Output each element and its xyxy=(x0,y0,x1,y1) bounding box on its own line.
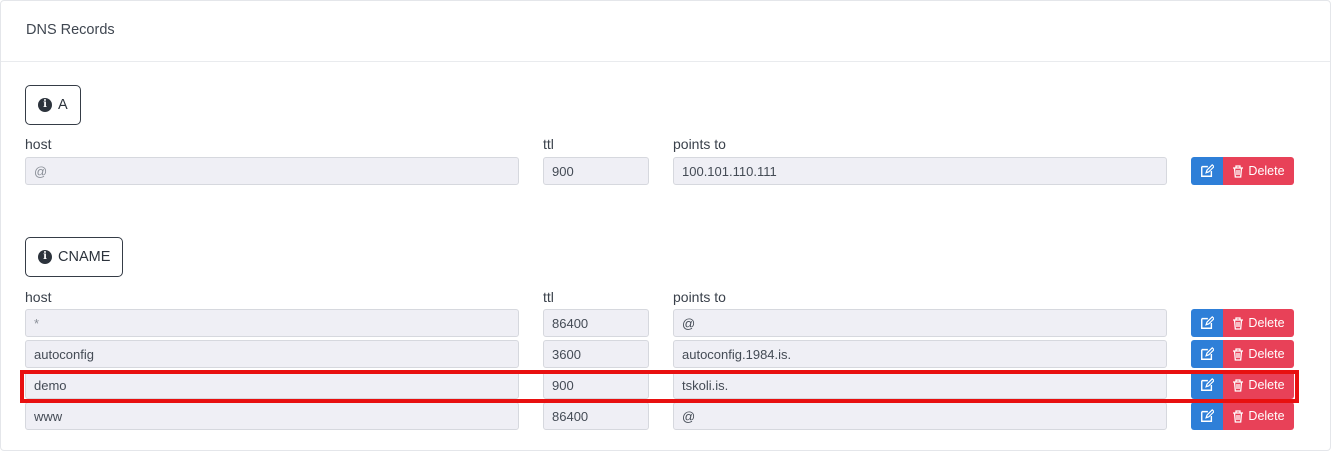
edit-icon xyxy=(1201,316,1214,329)
points-to-field[interactable]: @ xyxy=(673,309,1167,337)
points-to-field[interactable]: tskoli.is. xyxy=(673,371,1167,399)
trash-icon xyxy=(1233,347,1244,361)
trash-icon xyxy=(1233,378,1244,392)
edit-icon xyxy=(1201,409,1214,422)
points-to-column-label: points to xyxy=(673,136,726,152)
ttl-field[interactable]: 3600 xyxy=(543,340,649,368)
ttl-field[interactable]: 86400 xyxy=(543,402,649,430)
points-to-field[interactable]: @ xyxy=(673,402,1167,430)
delete-button[interactable]: Delete xyxy=(1223,157,1294,185)
points-to-column-label: points to xyxy=(673,289,726,305)
trash-icon xyxy=(1233,316,1244,330)
edit-button[interactable] xyxy=(1191,340,1223,368)
points-to-field[interactable]: autoconfig.1984.is. xyxy=(673,340,1167,368)
trash-icon xyxy=(1233,164,1244,178)
ttl-field[interactable]: 900 xyxy=(543,371,649,399)
host-column-label: host xyxy=(25,136,52,152)
record-type-badge-cname: i CNAME xyxy=(25,237,124,277)
edit-button[interactable] xyxy=(1191,371,1223,399)
trash-icon xyxy=(1233,409,1244,423)
edit-button[interactable] xyxy=(1191,157,1223,185)
host-column-label: host xyxy=(25,289,52,305)
host-field[interactable]: autoconfig xyxy=(25,340,519,368)
ttl-column-label: ttl xyxy=(543,289,554,305)
ttl-field[interactable]: 86400 xyxy=(543,309,649,337)
info-circle-icon: i xyxy=(38,98,52,112)
delete-button[interactable]: Delete xyxy=(1223,309,1294,337)
ttl-field[interactable]: 900 xyxy=(543,157,649,185)
info-circle-icon: i xyxy=(38,250,52,264)
delete-button[interactable]: Delete xyxy=(1223,340,1294,368)
record-type-badge-a: i A xyxy=(25,85,81,125)
edit-button[interactable] xyxy=(1191,309,1223,337)
edit-icon xyxy=(1201,378,1214,391)
host-field[interactable]: @ xyxy=(25,157,519,185)
host-field[interactable]: * xyxy=(25,309,519,337)
edit-icon xyxy=(1201,164,1214,177)
edit-icon xyxy=(1201,347,1214,360)
host-field[interactable]: demo xyxy=(25,371,519,399)
card-header: DNS Records xyxy=(1,1,1330,62)
edit-button[interactable] xyxy=(1191,402,1223,430)
delete-button[interactable]: Delete xyxy=(1223,371,1294,399)
host-field[interactable]: www xyxy=(25,402,519,430)
points-to-field[interactable]: 100.101.110.111 xyxy=(673,157,1167,185)
page-title: DNS Records xyxy=(26,22,115,38)
ttl-column-label: ttl xyxy=(543,136,554,152)
delete-button[interactable]: Delete xyxy=(1223,402,1294,430)
